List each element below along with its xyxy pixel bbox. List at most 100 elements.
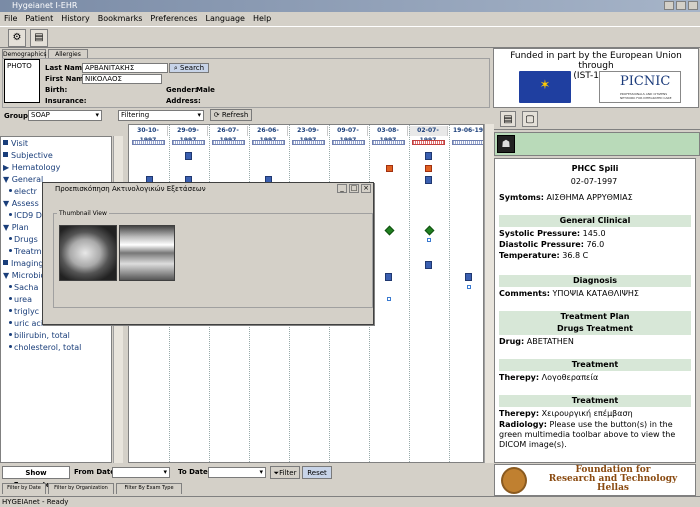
xray-thumbnail-limb[interactable]: [119, 225, 175, 281]
tab-filter-by-date[interactable]: Filter by Date: [2, 483, 46, 494]
close-icon[interactable]: ×: [361, 184, 371, 193]
forth-name: Foundation for Research and Technology H…: [531, 466, 695, 493]
menu-preferences[interactable]: Preferences: [150, 12, 197, 25]
date-column-header[interactable]: 29-09-1997: [169, 126, 208, 144]
minimize-icon[interactable]: _: [337, 184, 347, 193]
from-date-select[interactable]: ▾: [112, 467, 170, 478]
tree-item-assess[interactable]: ▼ Assess: [3, 199, 39, 208]
bullet-icon: [9, 249, 12, 252]
tree-item-drugs[interactable]: Drugs: [9, 235, 38, 244]
group-select[interactable]: SOAP ▾: [28, 110, 102, 121]
hematology-marker-icon[interactable]: [386, 165, 393, 172]
plan-marker-icon[interactable]: [384, 225, 395, 236]
document-icon[interactable]: [425, 261, 432, 269]
document-icon[interactable]: [185, 152, 192, 160]
plan-marker-icon[interactable]: [424, 225, 435, 236]
maximize-button[interactable]: [676, 1, 686, 10]
xray-thumbnail-skull[interactable]: [59, 225, 117, 281]
document-icon[interactable]: [425, 176, 432, 184]
to-date-select[interactable]: ▾: [208, 467, 266, 478]
menu-file[interactable]: File: [4, 12, 17, 25]
print-icon[interactable]: ▤: [30, 29, 48, 47]
menu-history[interactable]: History: [61, 12, 89, 25]
show-encounters-button[interactable]: Show Encounters: [2, 466, 70, 489]
close-button[interactable]: [688, 1, 698, 10]
document-icon[interactable]: [465, 273, 472, 281]
therapy-row: Therepy: Λογοθεραπεία: [499, 373, 689, 383]
data-point-icon[interactable]: [467, 285, 471, 289]
visit-bar[interactable]: [172, 140, 205, 145]
visit-bar[interactable]: [132, 140, 165, 145]
hematology-marker-icon[interactable]: [425, 165, 432, 172]
tree-item-plan[interactable]: ▼ Plan: [3, 223, 29, 232]
data-point-icon[interactable]: [387, 297, 391, 301]
visit-bar[interactable]: [452, 140, 483, 145]
menu-bar: File Patient History Bookmarks Preferenc…: [0, 12, 700, 25]
window-icon[interactable]: ▢: [522, 111, 538, 127]
tree-item-cholesterol[interactable]: cholesterol, total: [9, 343, 81, 352]
date-column-header[interactable]: 09-07-1997: [329, 126, 368, 144]
refresh-button[interactable]: ⟳ Refresh: [210, 109, 252, 121]
drug-row: Drug: ABETATHEN: [499, 337, 689, 347]
forth-line3: Hellas: [597, 483, 629, 493]
visit-bar[interactable]: [212, 140, 245, 145]
minimize-button[interactable]: [664, 1, 674, 10]
date-column-header[interactable]: 26-07-1997: [209, 126, 248, 144]
data-point-icon[interactable]: [427, 238, 431, 242]
menu-help[interactable]: Help: [253, 12, 271, 25]
visit-bar[interactable]: [292, 140, 325, 145]
tree-item-general[interactable]: ▼ General: [3, 175, 43, 184]
radiology-label: Radiology:: [499, 420, 547, 429]
tab-filter-by-exam-type[interactable]: Filter By Exam Type: [116, 483, 182, 494]
filtering-value: Filtering: [121, 111, 150, 119]
tree-item-treatm[interactable]: Treatm: [9, 247, 42, 256]
last-name-input[interactable]: ΑΡΒΑΝΙΤΑΚΗΣ: [82, 63, 168, 73]
column-divider: [409, 125, 410, 462]
temperature-label: Temperature:: [499, 251, 560, 260]
settings-gear-icon[interactable]: ⚙: [8, 29, 26, 47]
timeline-scrollbar[interactable]: [484, 124, 494, 463]
document-icon[interactable]: [425, 152, 432, 160]
menu-language[interactable]: Language: [205, 12, 244, 25]
menu-bookmarks[interactable]: Bookmarks: [98, 12, 143, 25]
visit-bar[interactable]: [332, 140, 365, 145]
therapy-value: Λογοθεραπεία: [541, 373, 599, 382]
radiology-row: Radiology: Please use the button(s) in t…: [499, 420, 689, 450]
tree-item-uric-acid[interactable]: uric aci: [9, 319, 43, 328]
maximize-icon[interactable]: □: [349, 184, 359, 193]
date-column-header[interactable]: 26-06-1997: [249, 126, 288, 144]
tree-item-bilirubin[interactable]: bilirubin, total: [9, 331, 70, 340]
date-column-header[interactable]: 23-09-1997: [289, 126, 328, 144]
document-icon[interactable]: [385, 273, 392, 281]
temperature-row: Temperature: 36.8 C: [499, 251, 689, 261]
xray-icon[interactable]: ☗: [497, 135, 515, 153]
filter-button[interactable]: ⏷Filter: [270, 466, 300, 479]
tree-item-microbio[interactable]: ▼ Microbio: [3, 271, 45, 280]
xray-preview-dialog: Προεπισκόπηση Ακτινολογικών Εξετάσεων _ …: [42, 182, 374, 325]
date-column-header[interactable]: 02-07-1997: [409, 126, 448, 144]
tree-item-hematology[interactable]: ▶ Hematology: [3, 163, 60, 172]
date-column-header[interactable]: 19-06-19: [449, 126, 483, 136]
tree-item-sacha[interactable]: Sacha: [9, 283, 38, 292]
drugs-treatment-header: Drugs Treatment: [499, 323, 691, 335]
date-column-header[interactable]: 03-08-1997: [369, 126, 408, 144]
green-multimedia-toolbar: ☗: [494, 132, 700, 156]
tree-item-triglyc[interactable]: triglyc: [9, 307, 39, 316]
visit-bar[interactable]: [372, 140, 405, 145]
reset-button[interactable]: Reset: [302, 466, 332, 479]
filtering-select[interactable]: Filtering ▾: [118, 110, 204, 121]
tab-filter-by-organization[interactable]: Filter by Organization: [48, 483, 114, 494]
tree-item-icd9[interactable]: ICD9 D: [9, 211, 42, 220]
tree-item-urea[interactable]: urea: [9, 295, 32, 304]
visit-bar[interactable]: [252, 140, 285, 145]
tree-item-visit[interactable]: Visit: [3, 139, 28, 148]
menu-patient[interactable]: Patient: [25, 12, 53, 25]
search-button[interactable]: ⌕ Search: [169, 63, 209, 73]
visit-bar-selected[interactable]: [412, 140, 445, 145]
tree-item-electr[interactable]: electr: [9, 187, 37, 196]
date-column-header[interactable]: 30-10-1997: [129, 126, 168, 144]
tree-item-imaging[interactable]: Imaging: [3, 259, 44, 268]
tree-item-label: General: [11, 175, 44, 184]
tree-item-subjective[interactable]: Subjective: [3, 151, 53, 160]
print-icon[interactable]: ▤: [500, 111, 516, 127]
